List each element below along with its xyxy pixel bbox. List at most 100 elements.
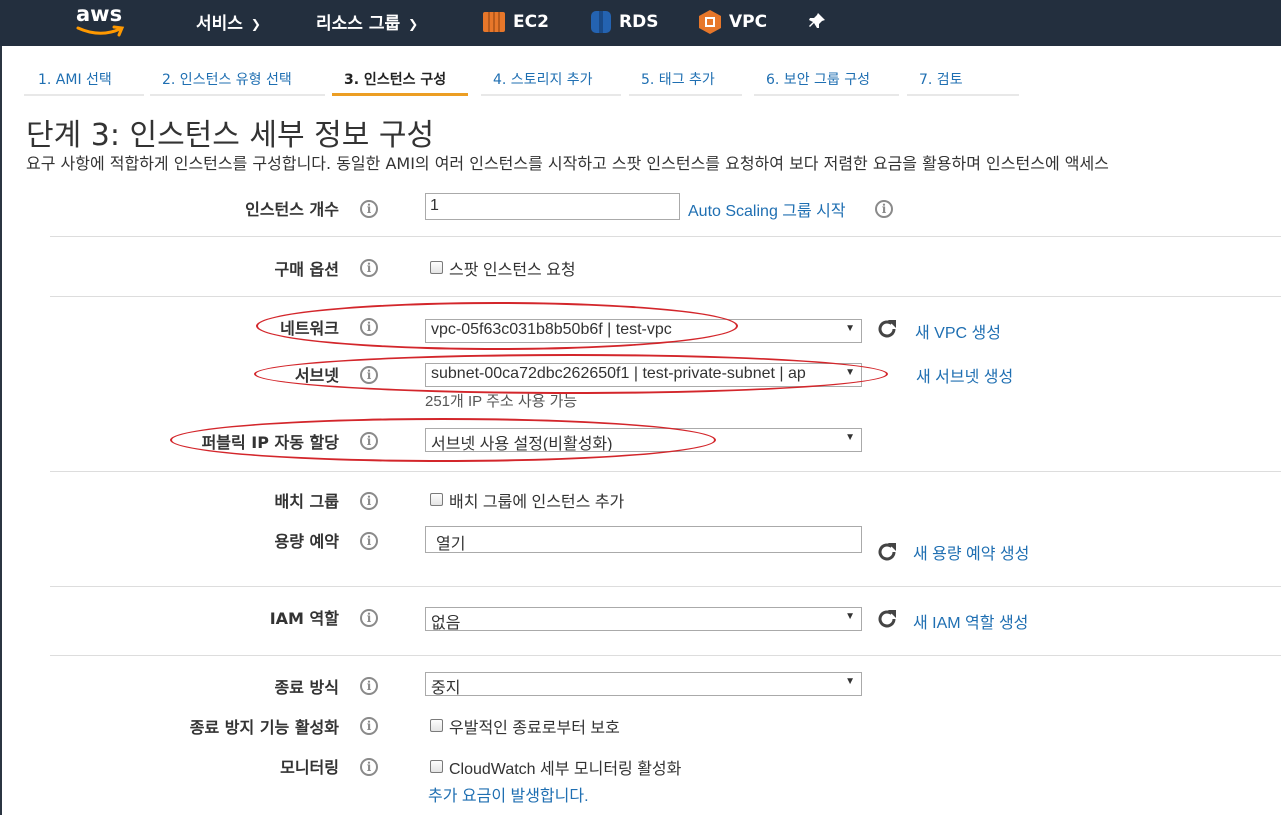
- placement-group-option[interactable]: 배치 그룹에 인스턴스 추가: [430, 488, 624, 512]
- divider: [50, 236, 1281, 237]
- tab-label: 1. AMI 선택: [38, 72, 112, 88]
- ec2-label: EC2: [513, 12, 549, 32]
- tab-instance-type[interactable]: 2. 인스턴스 유형 선택: [150, 60, 325, 96]
- info-icon[interactable]: i: [360, 609, 378, 627]
- services-menu[interactable]: 서비스 ❯: [196, 9, 261, 34]
- rds-shortcut[interactable]: RDS: [591, 10, 658, 34]
- left-strip: [0, 46, 2, 815]
- dropdown-arrow-icon: ▼: [845, 676, 855, 687]
- rds-label: RDS: [619, 12, 659, 32]
- pin-icon[interactable]: [808, 12, 826, 30]
- refresh-icon[interactable]: [875, 607, 899, 631]
- subnet-value: subnet-00ca72dbc262650f1 | test-private-…: [431, 365, 806, 382]
- info-icon[interactable]: i: [875, 200, 893, 218]
- aws-logo[interactable]: aws: [76, 2, 132, 38]
- create-capacity-reservation-link[interactable]: 새 용량 예약 생성: [913, 540, 1029, 564]
- chevron-down-icon: ❯: [250, 17, 261, 31]
- capacity-reservation-label: 용량 예약: [274, 532, 339, 551]
- aws-logo-text: aws: [76, 2, 123, 26]
- termination-protection-checkbox[interactable]: [430, 719, 443, 732]
- create-vpc-link[interactable]: 새 VPC 생성: [915, 319, 1001, 343]
- termination-protection-option[interactable]: 우발적인 종료로부터 보호: [430, 714, 620, 738]
- tab-review[interactable]: 7. 검토: [907, 60, 1019, 96]
- vpc-shortcut[interactable]: VPC: [699, 10, 767, 34]
- info-icon[interactable]: i: [360, 758, 378, 776]
- public-ip-select[interactable]: 서브넷 사용 설정(비활성화) ▼: [425, 428, 862, 452]
- monitoring-checkbox-label: CloudWatch 세부 모니터링 활성화: [449, 761, 682, 778]
- tab-add-tags[interactable]: 5. 태그 추가: [629, 60, 742, 96]
- create-subnet-link[interactable]: 새 서브넷 생성: [916, 363, 1013, 387]
- iam-role-label: IAM 역할: [269, 609, 339, 628]
- tab-security-group[interactable]: 6. 보안 그룹 구성: [754, 60, 899, 96]
- vpc-icon: [699, 10, 721, 34]
- page-description: 요구 사항에 적합하게 인스턴스를 구성합니다. 동일한 AMI의 여러 인스턴…: [26, 154, 1109, 173]
- info-icon[interactable]: i: [360, 532, 378, 550]
- divider: [50, 471, 1281, 472]
- monitoring-checkbox[interactable]: [430, 760, 443, 773]
- page-title: 단계 3: 인스턴스 세부 정보 구성: [26, 118, 435, 153]
- info-icon[interactable]: i: [360, 677, 378, 695]
- info-icon[interactable]: i: [360, 717, 378, 735]
- subnet-select[interactable]: subnet-00ca72dbc262650f1 | test-private-…: [425, 363, 862, 387]
- subnet-label: 서브넷: [294, 366, 339, 385]
- services-label: 서비스: [196, 14, 243, 34]
- resource-groups-menu[interactable]: 리소스 그룹 ❯: [316, 9, 418, 34]
- tab-label: 2. 인스턴스 유형 선택: [162, 72, 292, 88]
- tab-label: 7. 검토: [919, 72, 963, 88]
- network-select[interactable]: vpc-05f63c031b8b50b6f | test-vpc ▼: [425, 319, 862, 343]
- create-iam-role-link[interactable]: 새 IAM 역할 생성: [913, 609, 1028, 633]
- dropdown-arrow-icon: ▼: [845, 323, 855, 334]
- tab-label: 3. 인스턴스 구성: [344, 72, 447, 88]
- info-icon[interactable]: i: [360, 432, 378, 450]
- monitoring-option[interactable]: CloudWatch 세부 모니터링 활성화: [430, 755, 681, 779]
- info-icon[interactable]: i: [360, 366, 378, 384]
- info-icon[interactable]: i: [360, 318, 378, 336]
- tab-label: 5. 태그 추가: [641, 72, 715, 88]
- tab-label: 4. 스토리지 추가: [493, 72, 593, 88]
- auto-scaling-link[interactable]: Auto Scaling 그룹 시작: [688, 197, 846, 221]
- spot-instance-checkbox[interactable]: [430, 261, 443, 274]
- ec2-shortcut[interactable]: EC2: [483, 10, 549, 34]
- top-navigation: aws 서비스 ❯ 리소스 그룹 ❯ EC2 RDS VPC: [0, 0, 1281, 46]
- refresh-icon[interactable]: [875, 317, 899, 341]
- tab-label: 6. 보안 그룹 구성: [766, 72, 870, 88]
- shutdown-behavior-value: 중지: [431, 680, 461, 696]
- available-ip-text: 251개 IP 주소 사용 가능: [425, 393, 578, 410]
- ec2-icon: [483, 12, 505, 32]
- instance-count-input[interactable]: 1: [425, 193, 680, 220]
- dropdown-arrow-icon: ▼: [845, 611, 855, 622]
- dropdown-arrow-icon: ▼: [845, 432, 855, 443]
- info-icon[interactable]: i: [360, 200, 378, 218]
- public-ip-label: 퍼블릭 IP 자동 할당: [201, 433, 339, 452]
- spot-instance-label: 스팟 인스턴스 요청: [449, 262, 576, 279]
- info-icon[interactable]: i: [360, 492, 378, 510]
- placement-group-checkbox[interactable]: [430, 493, 443, 506]
- termination-protection-label: 종료 방지 기능 활성화: [189, 718, 339, 737]
- spot-instance-option[interactable]: 스팟 인스턴스 요청: [430, 256, 576, 280]
- additional-charges-link[interactable]: 추가 요금이 발생합니다.: [428, 782, 589, 806]
- tab-configure-instance[interactable]: 3. 인스턴스 구성: [332, 60, 468, 96]
- divider: [50, 586, 1281, 587]
- resource-groups-label: 리소스 그룹: [316, 14, 401, 34]
- dropdown-arrow-icon: ▼: [845, 367, 855, 378]
- purchase-option-label: 구매 옵션: [274, 260, 339, 279]
- instance-count-label: 인스턴스 개수: [245, 200, 339, 219]
- monitoring-label: 모니터링: [280, 758, 339, 777]
- info-icon[interactable]: i: [360, 259, 378, 277]
- tab-ami[interactable]: 1. AMI 선택: [24, 60, 144, 96]
- divider: [50, 655, 1281, 656]
- refresh-icon[interactable]: [875, 540, 899, 564]
- shutdown-behavior-label: 종료 방식: [274, 678, 339, 697]
- capacity-reservation-input[interactable]: 열기: [425, 526, 862, 553]
- iam-role-select[interactable]: 없음 ▼: [425, 607, 862, 631]
- network-label: 네트워크: [280, 319, 339, 338]
- termination-protection-checkbox-label: 우발적인 종료로부터 보호: [449, 720, 620, 737]
- rds-icon: [591, 11, 611, 33]
- placement-group-checkbox-label: 배치 그룹에 인스턴스 추가: [449, 494, 625, 511]
- tab-add-storage[interactable]: 4. 스토리지 추가: [481, 60, 621, 96]
- vpc-label: VPC: [729, 12, 768, 32]
- aws-smile-icon: [76, 25, 125, 37]
- placement-group-label: 배치 그룹: [274, 492, 339, 511]
- shutdown-behavior-select[interactable]: 중지 ▼: [425, 672, 862, 696]
- iam-role-value: 없음: [431, 615, 461, 631]
